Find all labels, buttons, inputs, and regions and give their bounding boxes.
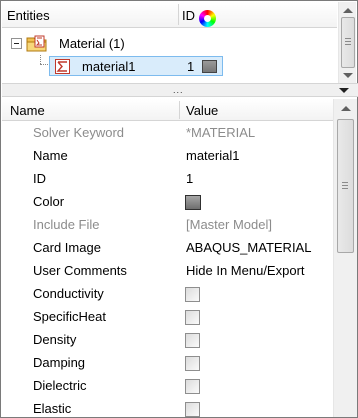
tree-connector — [40, 55, 41, 64]
property-name: Elastic — [33, 401, 72, 416]
properties-header: Name Value — [2, 99, 338, 121]
triangle-down-icon[interactable] — [339, 88, 349, 93]
color-wheel-icon[interactable] — [199, 10, 216, 27]
property-name: Color — [33, 194, 65, 209]
color-swatch[interactable] — [185, 195, 201, 210]
property-name: Card Image — [33, 240, 101, 255]
tree-item-material1[interactable]: material1 1 — [49, 56, 223, 76]
property-name: Damping — [33, 355, 86, 370]
property-row-specificheat[interactable]: SpecificHeat — [2, 306, 333, 329]
column-separator[interactable] — [179, 101, 180, 119]
id-column-header[interactable]: ID — [182, 8, 195, 23]
material-group-label[interactable]: Material (1) — [59, 36, 125, 51]
property-row-include-file[interactable]: Include File [Master Model] — [2, 214, 333, 237]
property-row-conductivity[interactable]: Conductivity — [2, 283, 333, 306]
column-separator[interactable] — [178, 4, 179, 25]
property-value[interactable]: material1 — [186, 148, 239, 163]
entities-column-header[interactable]: Entities — [7, 8, 50, 23]
material-icon — [55, 59, 70, 74]
property-value[interactable]: Hide In Menu/Export — [186, 263, 305, 278]
property-value[interactable]: ABAQUS_MATERIAL — [186, 240, 311, 255]
grip-line — [345, 41, 351, 42]
entity-tree: Material (1) material1 1 — [2, 29, 337, 83]
scroll-up-icon[interactable] — [343, 8, 353, 13]
material-folder-icon — [26, 35, 47, 52]
property-row-elastic[interactable]: Elastic — [2, 398, 333, 418]
color-swatch[interactable] — [202, 60, 217, 73]
collapse-icon[interactable] — [11, 38, 22, 49]
property-name: Conductivity — [33, 286, 104, 301]
property-name: SpecificHeat — [33, 309, 106, 324]
property-value: *MATERIAL — [186, 125, 256, 140]
property-name: Name — [33, 148, 68, 163]
grip-line — [342, 182, 348, 183]
entity-browser-panel: Entities ID Material (1) material1 1 ...… — [0, 0, 358, 418]
grip-line — [345, 44, 351, 45]
entities-scrollbar[interactable] — [338, 2, 356, 83]
property-row-density[interactable]: Density — [2, 329, 333, 352]
property-row-dielectric[interactable]: Dielectric — [2, 375, 333, 398]
properties-scrollbar[interactable] — [333, 99, 357, 417]
entities-header: Entities ID — [2, 2, 337, 28]
checkbox[interactable] — [185, 333, 200, 348]
property-name: Density — [33, 332, 77, 347]
property-row-color[interactable]: Color — [2, 191, 333, 214]
checkbox[interactable] — [185, 287, 200, 302]
grip-line — [342, 188, 348, 189]
property-name: User Comments — [33, 263, 127, 278]
name-column-header[interactable]: Name — [10, 103, 45, 118]
scrollbar-thumb[interactable] — [337, 119, 354, 253]
checkbox[interactable] — [185, 310, 200, 325]
property-row-card-image[interactable]: Card Image ABAQUS_MATERIAL — [2, 237, 333, 260]
grip-line — [342, 185, 348, 186]
tree-item-label: material1 — [82, 59, 136, 74]
property-name: ID — [33, 171, 46, 186]
checkbox[interactable] — [185, 356, 200, 371]
property-row-solver-keyword[interactable]: Solver Keyword *MATERIAL — [2, 122, 333, 145]
checkbox[interactable] — [185, 402, 200, 417]
grip-line — [345, 38, 351, 39]
scroll-up-icon[interactable] — [341, 106, 351, 111]
property-name: Include File — [33, 217, 100, 232]
scroll-down-icon[interactable] — [343, 73, 353, 78]
property-value: [Master Model] — [186, 217, 272, 232]
value-column-header[interactable]: Value — [186, 103, 218, 118]
property-name: Dielectric — [33, 378, 87, 393]
property-row-id[interactable]: ID 1 — [2, 168, 333, 191]
property-value[interactable]: 1 — [186, 171, 193, 186]
property-grid: Solver Keyword *MATERIAL Name material1 … — [2, 122, 333, 418]
property-row-damping[interactable]: Damping — [2, 352, 333, 375]
scrollbar-thumb[interactable] — [341, 17, 355, 68]
panel-splitter[interactable]: ... — [2, 83, 358, 97]
property-row-name[interactable]: Name material1 — [2, 145, 333, 168]
checkbox[interactable] — [185, 379, 200, 394]
property-name: Solver Keyword — [33, 125, 125, 140]
tree-item-id: 1 — [187, 59, 195, 74]
splitter-grip[interactable]: ... — [173, 85, 184, 95]
property-row-user-comments[interactable]: User Comments Hide In Menu/Export — [2, 260, 333, 283]
